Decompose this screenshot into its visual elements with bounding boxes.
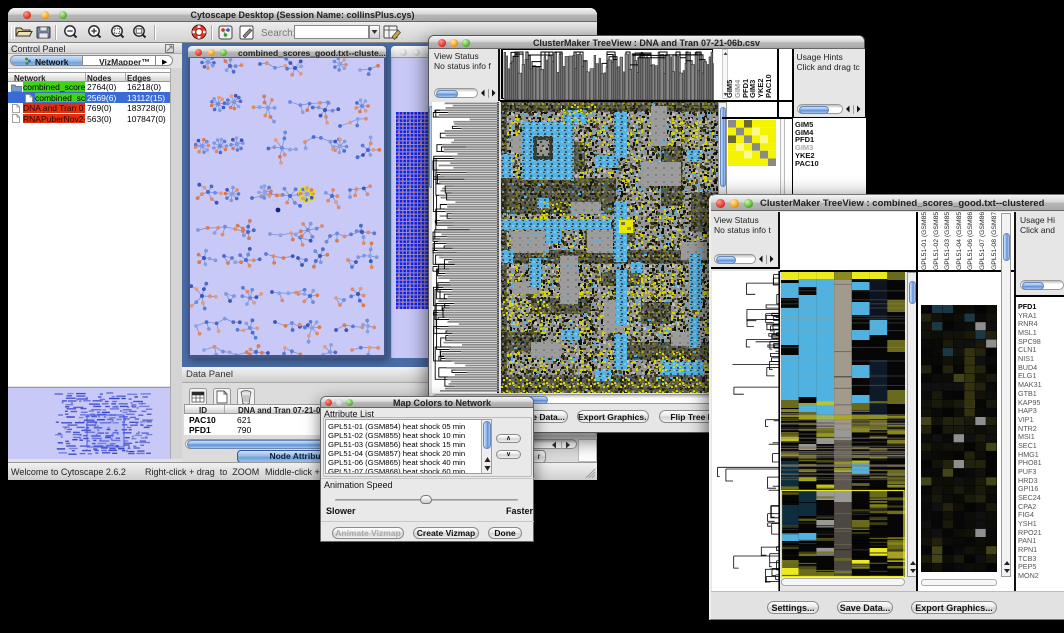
svg-text:Search:: Search: [261, 28, 295, 39]
